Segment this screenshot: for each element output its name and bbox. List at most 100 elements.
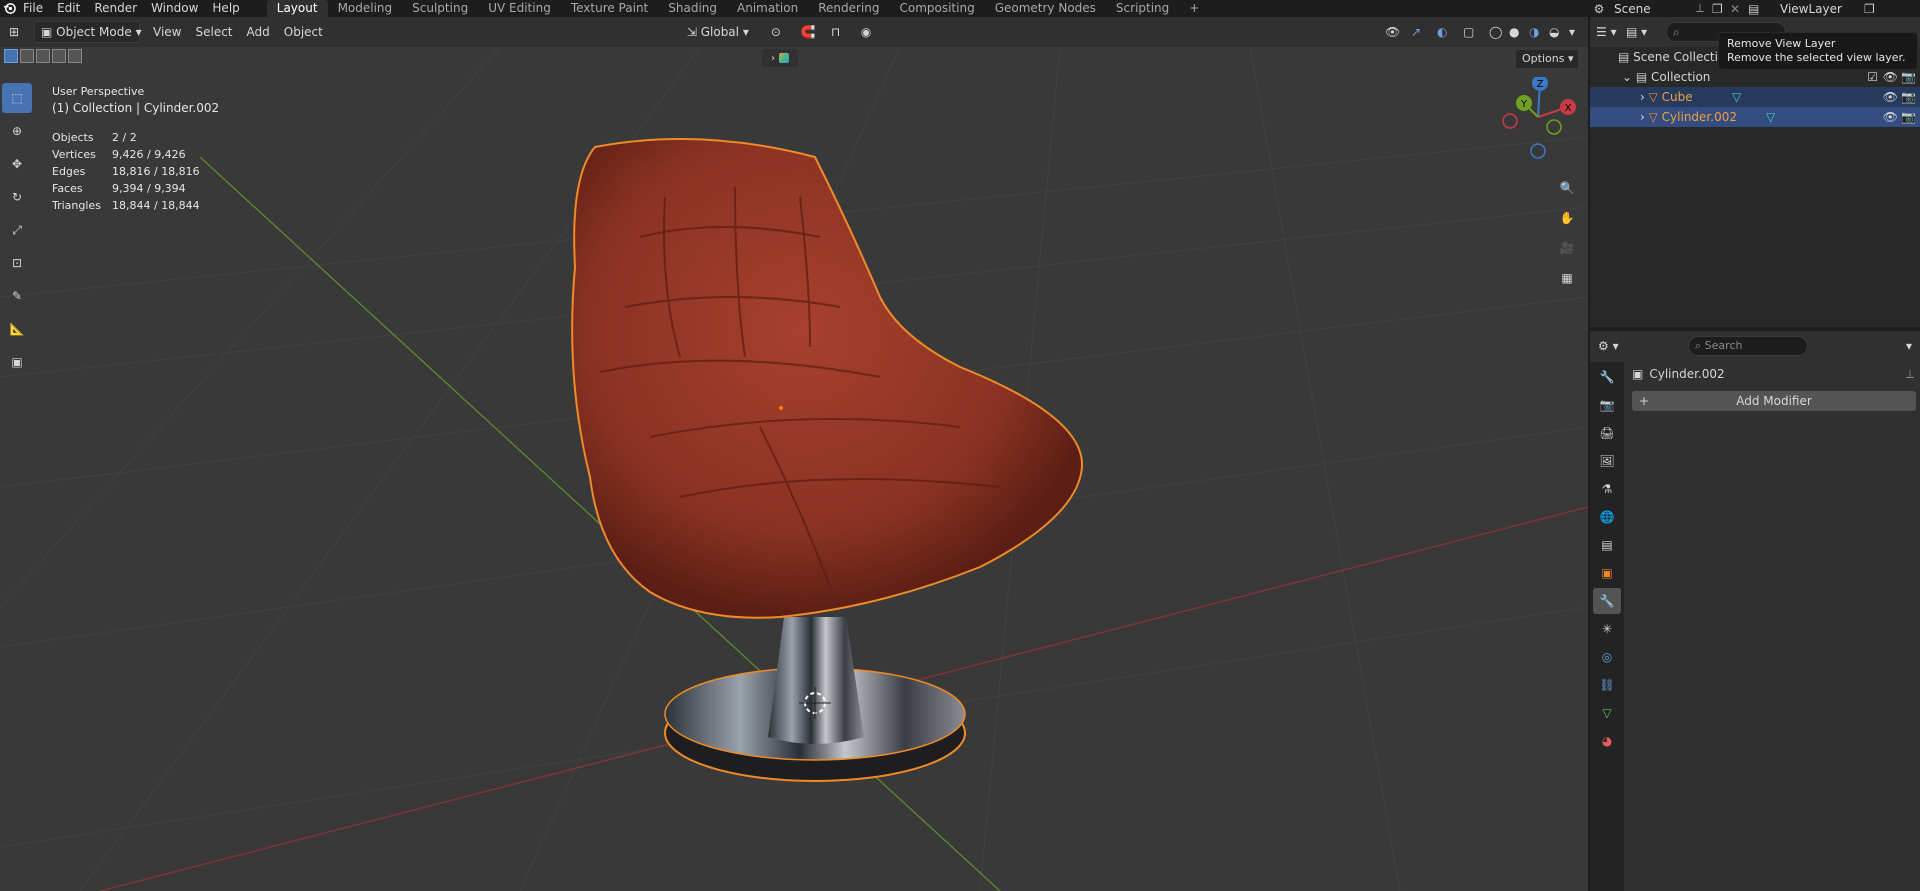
tab-texture-paint[interactable]: Texture Paint xyxy=(561,0,658,17)
tab-compositing[interactable]: Compositing xyxy=(889,0,984,17)
rendered-shading-icon[interactable]: ◒ xyxy=(1542,21,1562,43)
output-tab-icon[interactable]: 🖨 xyxy=(1593,420,1621,446)
world-tab-icon[interactable]: 🌐 xyxy=(1593,504,1621,530)
cursor-tool-icon[interactable]: ⊕ xyxy=(2,116,32,146)
pin-icon[interactable]: ⟂ xyxy=(1906,367,1914,382)
rotate-tool-icon[interactable]: ↻ xyxy=(2,182,32,212)
select-box-tool-icon[interactable]: ⬚ xyxy=(2,83,32,113)
pan-hand-icon[interactable]: ✋ xyxy=(1554,205,1580,231)
view-layer-tab-icon[interactable]: 🖼 xyxy=(1593,448,1621,474)
new-view-layer-icon[interactable]: ❐ xyxy=(1864,2,1882,16)
tab-scripting[interactable]: Scripting xyxy=(1106,0,1179,17)
proportional-edit-icon[interactable]: ◉ xyxy=(854,21,884,43)
scene-name[interactable]: Scene xyxy=(1608,2,1696,16)
menu-render[interactable]: Render xyxy=(87,0,144,17)
3d-viewport[interactable]: › Options ▾ Z X Y 🔍 ✋ 🎥 ▦ xyxy=(0,47,1588,891)
xray-icon[interactable]: ▢ xyxy=(1456,21,1482,43)
select-subtract-icon[interactable] xyxy=(36,49,50,63)
camera-view-icon[interactable]: 🎥 xyxy=(1554,235,1580,261)
outliner-editor-type-icon[interactable]: ☰ ▾ xyxy=(1596,25,1626,39)
tab-rendering[interactable]: Rendering xyxy=(808,0,889,17)
tool-tab-icon[interactable]: 🔧 xyxy=(1593,364,1621,390)
pin-icon[interactable]: ⟂ xyxy=(1696,1,1712,16)
data-tab-icon[interactable]: ▽ xyxy=(1593,700,1621,726)
tab-sculpting[interactable]: Sculpting xyxy=(402,0,478,17)
material-shading-icon[interactable]: ◑ xyxy=(1522,21,1542,43)
transform-tool-icon[interactable]: ⊡ xyxy=(2,248,32,278)
add-cube-tool-icon[interactable]: ▣ xyxy=(2,347,32,377)
tree-collection[interactable]: ⌄ ▤ Collection ☑ 👁 📷 xyxy=(1590,67,1920,87)
chair-seat[interactable] xyxy=(571,138,1084,619)
constraints-tab-icon[interactable]: ⛓ xyxy=(1593,672,1621,698)
measure-tool-icon[interactable]: 📐 xyxy=(2,314,32,344)
eye-icon[interactable]: 👁 xyxy=(1883,87,1898,107)
menu-window[interactable]: Window xyxy=(144,0,205,17)
orientation-dropdown[interactable]: ⇲ Global ▾ xyxy=(680,21,764,43)
tab-modeling[interactable]: Modeling xyxy=(328,0,403,17)
menu-object[interactable]: Object xyxy=(277,21,330,43)
modifier-tab-icon[interactable]: 🔧 xyxy=(1593,588,1621,614)
view-layer-name[interactable]: ViewLayer xyxy=(1774,2,1864,16)
tab-geometry-nodes[interactable]: Geometry Nodes xyxy=(985,0,1106,17)
mesh-data-icon[interactable]: ▽ xyxy=(1732,87,1741,107)
eye-icon[interactable]: 👁 xyxy=(1883,107,1898,127)
visibility-icon[interactable]: 👁 xyxy=(1378,21,1404,43)
material-tab-icon[interactable]: ◕ xyxy=(1593,728,1621,754)
camera-icon[interactable]: 📷 xyxy=(1901,107,1916,127)
particles-tab-icon[interactable]: ✳ xyxy=(1593,616,1621,642)
overlay-toggle-icon[interactable]: ◐ xyxy=(1430,21,1456,43)
snap-icon[interactable]: 🧲 xyxy=(794,21,824,43)
tree-item-cube[interactable]: › ▽ Cube ▽ 👁 📷 xyxy=(1590,87,1920,107)
camera-icon[interactable]: 📷 xyxy=(1901,87,1916,107)
menu-edit[interactable]: Edit xyxy=(50,0,87,17)
perspective-toggle-icon[interactable]: ▦ xyxy=(1554,265,1580,291)
menu-view[interactable]: View xyxy=(146,21,188,43)
collection-tab-icon[interactable]: ▤ xyxy=(1593,532,1621,558)
eye-icon[interactable]: 👁 xyxy=(1883,67,1898,87)
snap-target-icon[interactable]: ⊓ xyxy=(824,21,854,43)
object-mode-dropdown[interactable]: ▣ Object Mode ▾ xyxy=(34,21,142,43)
options-dropdown[interactable]: Options ▾ xyxy=(1515,49,1579,69)
pivot-icon[interactable]: ⊙ xyxy=(764,21,794,43)
tab-animation[interactable]: Animation xyxy=(727,0,808,17)
scene-tab-icon[interactable]: ⚗ xyxy=(1593,476,1621,502)
properties-search-input[interactable]: ⌕ Search xyxy=(1688,336,1808,356)
render-tab-icon[interactable]: 📷 xyxy=(1593,392,1621,418)
select-extend-icon[interactable] xyxy=(20,49,34,63)
tree-item-cylinder[interactable]: › ▽ Cylinder.002 ▽ 👁 📷 xyxy=(1590,107,1920,127)
menu-help[interactable]: Help xyxy=(205,0,246,17)
camera-icon[interactable]: 📷 xyxy=(1901,67,1916,87)
solid-shading-icon[interactable]: ● xyxy=(1502,21,1522,43)
checkbox-icon[interactable]: ☑ xyxy=(1867,67,1878,87)
move-tool-icon[interactable]: ✥ xyxy=(2,149,32,179)
menu-select[interactable]: Select xyxy=(188,21,239,43)
tab-shading[interactable]: Shading xyxy=(658,0,727,17)
gizmo-neg-x-icon[interactable] xyxy=(1502,113,1518,129)
select-invert-icon[interactable] xyxy=(52,49,66,63)
wireframe-shading-icon[interactable]: ◯ xyxy=(1482,21,1502,43)
tab-layout[interactable]: Layout xyxy=(266,0,328,17)
gizmo-neg-y-icon[interactable] xyxy=(1546,119,1562,135)
chevron-down-icon[interactable]: ▾ xyxy=(1906,339,1912,353)
editor-type-icon[interactable]: ⊞ xyxy=(2,21,28,43)
gizmo-toggle-icon[interactable]: ↗ xyxy=(1404,21,1430,43)
select-intersect-icon[interactable] xyxy=(68,49,82,63)
blender-logo-icon[interactable] xyxy=(2,0,16,17)
annotate-tool-icon[interactable]: ✎ xyxy=(2,281,32,311)
header-region-toggle[interactable]: › xyxy=(762,49,798,67)
tab-uv-editing[interactable]: UV Editing xyxy=(478,0,561,17)
delete-scene-icon[interactable]: ✕ xyxy=(1730,2,1748,16)
properties-editor[interactable]: ⚙ ▾ ⌕ Search ▾ ▣ Cylinder.002 ⟂ + Add Mo… xyxy=(1590,331,1920,891)
new-scene-icon[interactable]: ❐ xyxy=(1712,2,1730,16)
navigation-gizmo[interactable]: Z X Y xyxy=(1498,77,1582,161)
zoom-icon[interactable]: 🔍 xyxy=(1554,175,1580,201)
properties-editor-type-icon[interactable]: ⚙ ▾ xyxy=(1598,339,1628,353)
menu-file[interactable]: File xyxy=(16,0,50,17)
menu-add[interactable]: Add xyxy=(240,21,277,43)
display-mode-icon[interactable]: ▤ ▾ xyxy=(1626,25,1656,39)
scale-tool-icon[interactable]: ⤢ xyxy=(2,215,32,245)
mesh-data-icon[interactable]: ▽ xyxy=(1766,107,1775,127)
view-layer-icon[interactable]: ▤ xyxy=(1748,2,1774,16)
shading-options-icon[interactable]: ▾ xyxy=(1562,21,1582,43)
add-modifier-button[interactable]: + Add Modifier xyxy=(1632,391,1916,411)
